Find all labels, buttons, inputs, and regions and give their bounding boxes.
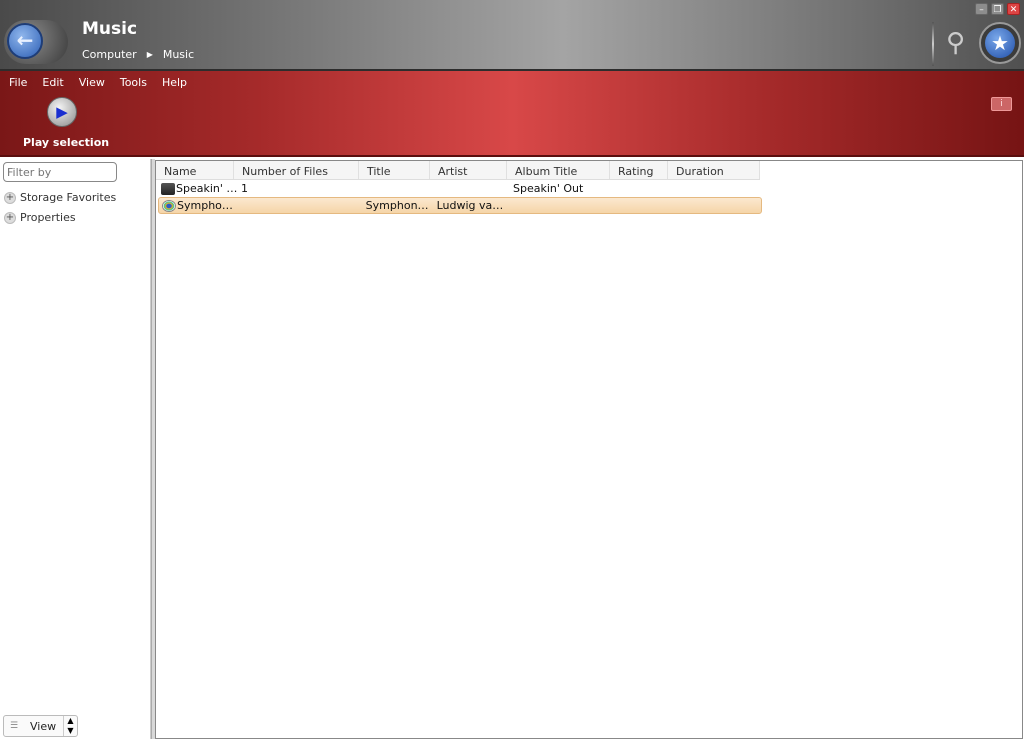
sidebar-item-properties[interactable]: + Properties (4, 211, 76, 224)
menu-view[interactable]: View (79, 76, 105, 89)
menu-help[interactable]: Help (162, 76, 187, 89)
play-icon[interactable]: ▶ (47, 97, 77, 127)
column-rating[interactable]: Rating (610, 161, 668, 179)
cell-name: Sympho… (177, 199, 233, 212)
filter-input[interactable] (3, 162, 117, 182)
column-album-title[interactable]: Album Title (507, 161, 610, 179)
play-selection-button[interactable]: Play selection (23, 136, 109, 149)
divider (932, 22, 934, 66)
cell-title: Symphon… (365, 199, 429, 212)
cell-artist: Ludwig va… (436, 199, 504, 212)
sidebar-item-label: Storage Favorites (20, 191, 117, 204)
ribbon: File Edit View Tools Help ▶ Play selecti… (0, 71, 1024, 157)
cell-files: 1 (241, 182, 248, 195)
column-header: Name Number of Files Title Artist Album … (156, 161, 760, 180)
sidebar-item-storage-favorites[interactable]: + Storage Favorites (4, 191, 116, 204)
title-bar: ← Music Computer ▶ Music – ❐ ✕ ⚲ ★ (0, 0, 1024, 71)
breadcrumb-music[interactable]: Music (163, 48, 194, 62)
page-title: Music (82, 19, 138, 39)
close-button[interactable]: ✕ (1007, 3, 1020, 15)
sidebar: + Storage Favorites + Properties ☰ View ▲▼ (0, 159, 151, 739)
menu-edit[interactable]: Edit (42, 76, 63, 89)
album-icon (161, 183, 175, 195)
column-duration[interactable]: Duration (668, 161, 760, 179)
breadcrumb-computer[interactable]: Computer (82, 48, 137, 62)
expand-icon[interactable]: + (4, 211, 16, 224)
cell-album: Speakin' Out (513, 182, 584, 195)
view-spinner[interactable]: ▲ ▼ (63, 716, 77, 736)
menu-tools[interactable]: Tools (120, 76, 147, 89)
list-view-icon: ☰ (9, 721, 19, 731)
column-name[interactable]: Name (156, 161, 234, 179)
column-artist[interactable]: Artist (430, 161, 507, 179)
restore-button[interactable]: ❐ (991, 3, 1004, 15)
breadcrumb: Computer ▶ Music (82, 48, 194, 62)
search-icon[interactable]: ⚲ (946, 28, 965, 58)
star-icon: ★ (985, 28, 1015, 58)
menu-bar: File Edit View Tools Help (9, 76, 202, 89)
view-label: View (30, 719, 57, 733)
back-button[interactable]: ← (4, 20, 68, 64)
table-row-selected[interactable]: Sympho… Symphon… Ludwig va… (158, 197, 762, 214)
column-number-of-files[interactable]: Number of Files (234, 161, 359, 179)
expand-icon[interactable]: + (4, 191, 16, 204)
view-button[interactable]: ☰ View ▲ ▼ (3, 715, 78, 737)
breadcrumb-separator-icon[interactable]: ▶ (147, 48, 153, 62)
sidebar-item-label: Properties (20, 211, 76, 224)
back-arrow-icon: ← (7, 23, 43, 59)
media-file-icon (162, 200, 176, 212)
favorites-button[interactable]: ★ (979, 22, 1021, 64)
column-title[interactable]: Title (359, 161, 430, 179)
menu-file[interactable]: File (9, 76, 27, 89)
file-list: Name Number of Files Title Artist Album … (155, 160, 1023, 739)
cell-name: Speakin' … (176, 182, 238, 195)
minimize-button[interactable]: – (975, 3, 988, 15)
table-row[interactable]: Speakin' … 1 Speakin' Out (158, 180, 762, 197)
info-icon[interactable]: i (991, 97, 1012, 111)
